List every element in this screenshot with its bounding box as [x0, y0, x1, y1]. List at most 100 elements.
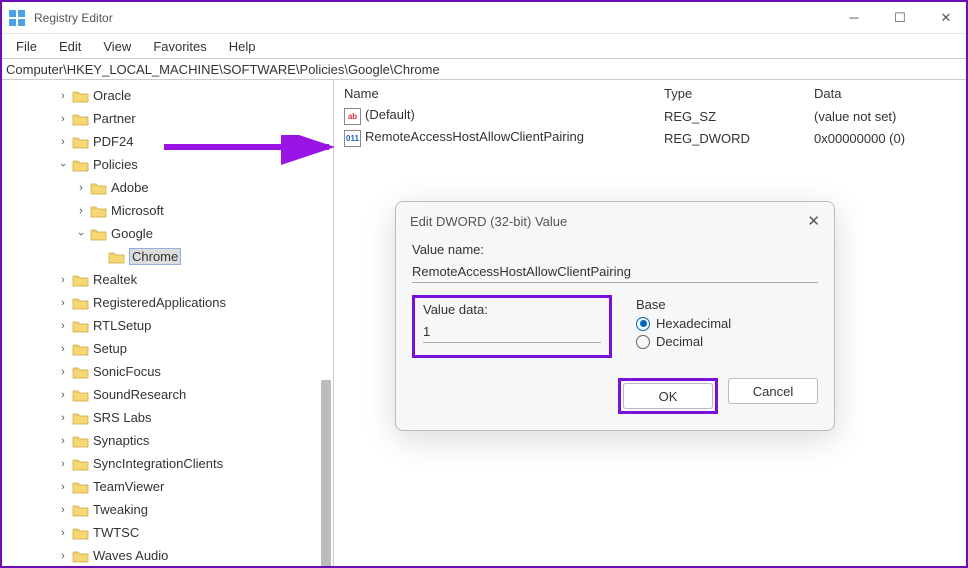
chevron-icon[interactable]: ›	[56, 342, 70, 356]
folder-icon	[72, 480, 89, 494]
folder-icon	[72, 273, 89, 287]
window-title: Registry Editor	[34, 11, 840, 25]
chevron-icon[interactable]: ›	[56, 365, 70, 379]
chevron-icon[interactable]: ›	[56, 388, 70, 402]
chevron-icon[interactable]: ›	[56, 135, 70, 149]
close-button[interactable]: ✕	[932, 8, 960, 28]
folder-icon	[72, 158, 89, 172]
value-data-label: Value data:	[423, 302, 601, 317]
address-bar[interactable]: Computer\HKEY_LOCAL_MACHINE\SOFTWARE\Pol…	[2, 58, 966, 80]
tree-item-tweaking[interactable]: › Tweaking	[2, 498, 333, 521]
tree-item-pdf24[interactable]: › PDF24	[2, 130, 333, 153]
tree-item-syncintegrationclients[interactable]: ›SyncIntegrationClients	[2, 452, 333, 475]
column-header-type[interactable]: Type	[664, 86, 814, 101]
folder-icon	[72, 411, 89, 425]
column-header-data[interactable]: Data	[814, 86, 956, 101]
string-value-icon: ab	[344, 108, 361, 125]
folder-icon	[72, 457, 89, 471]
tree-item-twtsc[interactable]: ›TWTSC	[2, 521, 333, 544]
tree-item-waves-audio[interactable]: ›Waves Audio	[2, 544, 333, 566]
chevron-icon[interactable]: ›	[56, 411, 70, 425]
folder-icon	[72, 526, 89, 540]
base-label: Base	[636, 297, 812, 312]
chevron-icon[interactable]: ›	[56, 89, 70, 103]
dword-value-icon: 011	[344, 130, 361, 147]
tree-item-label: SonicFocus	[93, 364, 161, 379]
tree-item-label: PDF24	[93, 134, 133, 149]
scrollbar-thumb[interactable]	[321, 380, 331, 566]
tree-item-rtlsetup[interactable]: ›RTLSetup	[2, 314, 333, 337]
chevron-icon[interactable]: ›	[56, 480, 70, 494]
folder-icon	[72, 342, 89, 356]
folder-icon	[72, 296, 89, 310]
tree-item-label: Partner	[93, 111, 136, 126]
folder-icon	[108, 250, 125, 264]
tree-item-setup[interactable]: ›Setup	[2, 337, 333, 360]
maximize-button[interactable]: ☐	[886, 8, 914, 28]
tree-item-partner[interactable]: › Partner	[2, 107, 333, 130]
tree-item-google[interactable]: ›Google	[2, 222, 333, 245]
tree-panel[interactable]: › Oracle › Partner › PDF24 › Policies ›Adobe›Mic…	[2, 80, 334, 566]
tree-item-oracle[interactable]: › Oracle	[2, 84, 333, 107]
tree-item-label: Oracle	[93, 88, 131, 103]
menu-file[interactable]: File	[6, 37, 47, 56]
tree-item-srs-labs[interactable]: › SRS Labs	[2, 406, 333, 429]
tree-item-label: SRS Labs	[93, 410, 152, 425]
chevron-icon[interactable]: ›	[56, 457, 70, 471]
base-group: Base Hexadecimal Decimal	[630, 295, 818, 358]
chevron-icon[interactable]: ›	[56, 296, 70, 310]
value-name-input[interactable]	[412, 261, 818, 283]
value-name-label: Value name:	[412, 242, 818, 257]
folder-icon	[72, 388, 89, 402]
titlebar: Registry Editor ─ ☐ ✕	[2, 2, 966, 34]
chevron-icon[interactable]: ›	[56, 319, 70, 333]
radio-decimal[interactable]: Decimal	[636, 334, 812, 349]
chevron-icon[interactable]: ›	[56, 434, 70, 448]
chevron-icon[interactable]: ›	[56, 273, 70, 287]
folder-icon	[72, 549, 89, 563]
address-text: Computer\HKEY_LOCAL_MACHINE\SOFTWARE\Pol…	[6, 62, 440, 77]
tree-item-teamviewer[interactable]: ›TeamViewer	[2, 475, 333, 498]
menu-favorites[interactable]: Favorites	[143, 37, 216, 56]
tree-item-microsoft[interactable]: ›Microsoft	[2, 199, 333, 222]
chevron-icon[interactable]: ›	[74, 227, 88, 241]
chevron-icon[interactable]: ›	[74, 204, 88, 218]
minimize-button[interactable]: ─	[840, 8, 868, 28]
chevron-icon[interactable]: ›	[74, 181, 88, 195]
folder-icon	[72, 89, 89, 103]
tree-item-synaptics[interactable]: ›Synaptics	[2, 429, 333, 452]
chevron-icon[interactable]: ›	[56, 503, 70, 517]
radio-hexadecimal[interactable]: Hexadecimal	[636, 316, 812, 331]
value-row[interactable]: 011RemoteAccessHostAllowClientPairingREG…	[344, 127, 956, 149]
tree-item-label: Realtek	[93, 272, 137, 287]
chevron-icon[interactable]: ›	[56, 526, 70, 540]
ok-button[interactable]: OK	[623, 383, 713, 409]
value-data-input[interactable]	[423, 321, 601, 343]
tree-item-registeredapplications[interactable]: ›RegisteredApplications	[2, 291, 333, 314]
tree-item-adobe[interactable]: ›Adobe	[2, 176, 333, 199]
folder-icon	[72, 434, 89, 448]
value-name: RemoteAccessHostAllowClientPairing	[365, 129, 584, 144]
column-header-name[interactable]: Name	[344, 86, 664, 101]
tree-item-label: Policies	[93, 157, 138, 172]
value-row[interactable]: ab(Default)REG_SZ(value not set)	[344, 105, 956, 127]
tree-item-realtek[interactable]: › Realtek	[2, 268, 333, 291]
chevron-icon[interactable]: ›	[56, 112, 70, 126]
tree-item-sonicfocus[interactable]: › SonicFocus	[2, 360, 333, 383]
tree-item-label: Tweaking	[93, 502, 148, 517]
tree-item-policies[interactable]: › Policies	[2, 153, 333, 176]
menu-edit[interactable]: Edit	[49, 37, 91, 56]
dialog-close-button[interactable]: ✕	[807, 212, 820, 230]
chevron-icon[interactable]: ›	[56, 549, 70, 563]
tree-item-chrome[interactable]: ›Chrome	[2, 245, 333, 268]
tree-item-label: Chrome	[129, 248, 181, 265]
edit-dword-dialog: Edit DWORD (32-bit) Value ✕ Value name: …	[395, 201, 835, 431]
dialog-title: Edit DWORD (32-bit) Value	[410, 214, 807, 229]
chevron-icon[interactable]: ›	[56, 158, 70, 172]
cancel-button[interactable]: Cancel	[728, 378, 818, 404]
menu-help[interactable]: Help	[219, 37, 266, 56]
menu-view[interactable]: View	[93, 37, 141, 56]
value-type: REG_SZ	[664, 109, 814, 124]
radio-dec-icon	[636, 335, 650, 349]
tree-item-soundresearch[interactable]: ›SoundResearch	[2, 383, 333, 406]
